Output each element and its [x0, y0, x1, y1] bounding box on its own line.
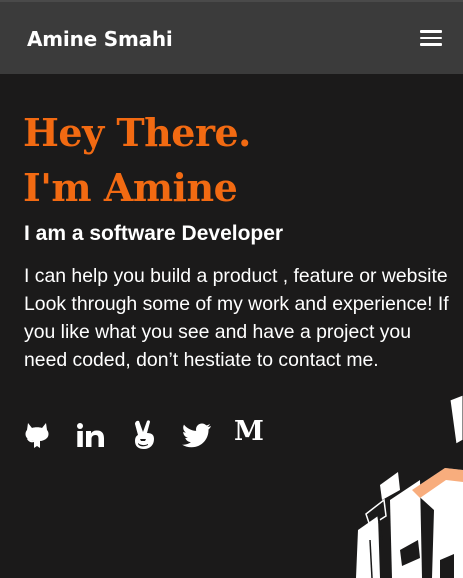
hero-title: Hey There. I'm Amine — [23, 105, 251, 215]
top-navbar: Amine Smahi — [0, 0, 463, 74]
github-link[interactable] — [24, 420, 54, 450]
github-icon — [25, 423, 49, 448]
decorative-shapes — [356, 394, 463, 578]
hamburger-menu-icon[interactable] — [420, 30, 442, 46]
hero-subtitle: I am a software Developer — [24, 222, 284, 245]
angellist-icon — [135, 420, 154, 449]
hero-description: I can help you build a product , feature… — [24, 265, 449, 371]
hero-greeting: Hey There. — [23, 110, 251, 155]
twitter-link[interactable] — [182, 420, 212, 450]
medium-icon: M — [234, 416, 264, 447]
hero-name: I'm Amine — [23, 165, 238, 210]
linkedin-icon — [77, 423, 104, 447]
brand-name[interactable]: Amine Smahi — [27, 27, 173, 51]
linkedin-link[interactable] — [76, 420, 106, 450]
medium-link[interactable]: M — [234, 416, 264, 450]
twitter-icon — [182, 423, 211, 448]
angellist-link[interactable] — [132, 420, 162, 450]
